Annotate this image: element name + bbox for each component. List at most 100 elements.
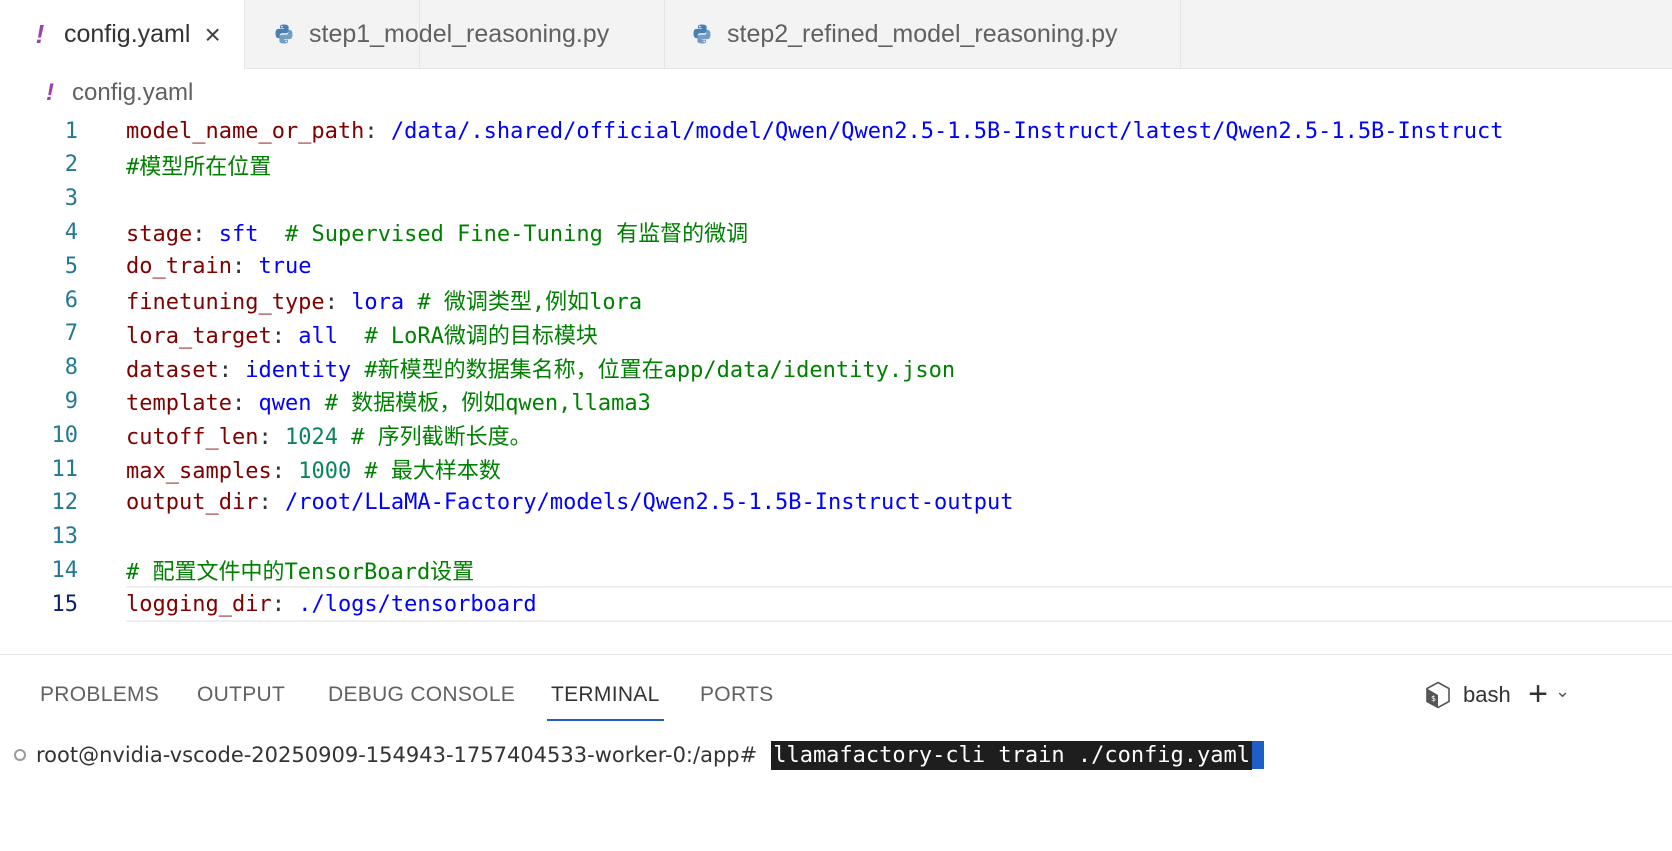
yaml-value: /root/LLaMA-Factory/models/Qwen2.5-1.5B-… [284,490,1014,516]
yaml-separator: : [324,290,352,315]
tab-ports[interactable]: PORTS [700,675,773,715]
code-line[interactable]: 12 output_dir: /root/LLaMA-Factory/models… [0,485,1672,521]
line-number: 3 [64,186,78,212]
yaml-value: all [298,323,338,349]
yaml-separator: : [231,253,259,279]
yaml-key: finetuning_type [126,290,325,315]
line-number: 15 [51,591,79,617]
shell-label: bash [1463,682,1511,707]
yaml-comment: # 数据模板，例如qwen,llama3 [311,391,651,417]
line-number: 14 [51,557,79,583]
code-line[interactable]: 6 finetuning_type: lora # 微调类型,例如lora [0,282,1672,318]
code-line[interactable]: 8 dataset: identity #新模型的数据集名称，位置在app/dat… [0,350,1672,386]
yaml-key: output_dir [126,490,259,516]
yaml-comment: # 微调类型,例如lora [404,290,643,315]
yaml-comment: #模型所在位置 [126,154,272,180]
line-number: 12 [51,490,79,516]
code-line[interactable]: 4 stage: sft # Supervised Fine-Tuning 有监督… [0,214,1672,250]
yaml-comment: #新模型的数据集名称，位置在app/data/identity.json [351,357,956,383]
yaml-key: model_name_or_path [126,118,365,144]
code-text: output_dir: /root/LLaMA-Factory/models/Q… [126,490,1013,515]
breadcrumb[interactable]: ! config.yaml [46,75,193,111]
tab-problems[interactable]: PROBLEMS [40,675,159,715]
new-terminal-plus-icon[interactable]: + [1524,677,1552,713]
yaml-number: 1024 [284,425,338,451]
code-text: do_train: true [126,254,311,279]
line-number: 4 [64,219,78,245]
yaml-value: ./logs/tensorboard [298,591,537,617]
command-status-circle-icon [14,749,26,761]
line-number: 10 [51,422,79,448]
line-number: 8 [64,355,78,381]
bottom-panel: PROBLEMS OUTPUT DEBUG CONSOLE TERMINAL P… [0,654,1672,851]
yaml-separator: : [258,490,285,516]
yaml-comment: # 最大样本数 [351,459,501,484]
yaml-key: lora_target [126,323,272,349]
yaml-separator: : [364,118,391,144]
yaml-separator: : [258,425,285,451]
yaml-separator: : [271,323,299,349]
yaml-value: true [258,253,312,279]
code-text: dataset: identity #新模型的数据集名称，位置在app/data… [126,352,955,384]
tab-output[interactable]: OUTPUT [197,675,285,715]
line-number: 7 [64,321,78,347]
terminal-prompt: root@nvidia-vscode-20250909-154943-17574… [36,743,758,767]
yaml-comment: # LoRA微调的目标模块 [337,323,598,349]
tab-label: step1_model_reasoning.py [309,19,610,48]
yaml-comment: # 序列截断长度。 [337,425,532,451]
line-number: 2 [64,152,78,178]
yaml-value: /data/.shared/official/model/Qwen/Qwen2.… [390,118,1504,144]
line-number: 9 [64,388,78,414]
tab-step1[interactable]: step1_model_reasoning.py [245,0,665,68]
code-line[interactable]: 10 cutoff_len: 1024 # 序列截断长度。 [0,417,1672,453]
code-line[interactable]: 11 max_samples: 1000 # 最大样本数 [0,451,1672,487]
terminal-command-line[interactable]: root@nvidia-vscode-20250909-154943-17574… [14,737,1265,773]
yaml-key: do_train [126,253,232,279]
code-line[interactable]: 14 # 配置文件中的TensorBoard设置 [0,552,1672,588]
code-text: # 配置文件中的TensorBoard设置 [126,554,474,586]
code-text: model_name_or_path: /data/.shared/offici… [126,119,1504,144]
code-text: #模型所在位置 [126,149,271,181]
code-line[interactable]: 3 [0,181,1672,217]
tab-step2[interactable]: step2_refined_model_reasoning.py [665,0,1181,68]
yaml-exclamation-icon: ! [46,79,54,106]
code-text: lora_target: all # LoRA微调的目标模块 [126,318,598,350]
code-editor[interactable]: 1 model_name_or_path: /data/.shared/offic… [0,114,1672,654]
code-line[interactable]: 9 template: qwen # 数据模板，例如qwen,llama3 [0,383,1672,419]
yaml-separator: : [192,222,219,248]
yaml-separator: : [271,459,299,484]
terminal-cursor [1252,741,1265,769]
yaml-key: stage [126,222,193,248]
code-line[interactable]: 5 do_train: true [0,248,1672,284]
code-line[interactable]: 15 logging_dir: ./logs/tensorboard [0,586,1672,623]
code-text: cutoff_len: 1024 # 序列截断长度。 [126,419,532,451]
code-line[interactable]: 2 #模型所在位置 [0,147,1672,183]
line-number: 5 [64,253,78,279]
yaml-value: lora [351,290,405,315]
yaml-key: logging_dir [126,591,272,617]
tab-terminal[interactable]: TERMINAL [547,675,664,721]
yaml-value: sft [218,222,259,248]
yaml-key: template [126,391,232,417]
line-number: 11 [51,456,79,482]
code-line[interactable]: 1 model_name_or_path: /data/.shared/offic… [0,113,1672,149]
breadcrumb-file-label: config.yaml [72,79,194,106]
yaml-key: cutoff_len [126,425,259,451]
svg-text:$: $ [1431,694,1436,703]
yaml-comment: # 配置文件中的TensorBoard设置 [126,560,475,586]
yaml-separator: : [231,391,259,417]
code-text: template: qwen # 数据模板，例如qwen,llama3 [126,385,651,417]
tab-label: step2_refined_model_reasoning.py [727,19,1118,48]
code-text: finetuning_type: lora # 微调类型,例如lora [126,284,642,316]
code-line[interactable]: 7 lora_target: all # LoRA微调的目标模块 [0,316,1672,352]
code-line[interactable]: 13 [0,519,1672,555]
yaml-comment: # Supervised Fine-Tuning 有监督的微调 [258,222,749,248]
yaml-separator: : [218,357,246,383]
yaml-number: 1000 [298,459,352,484]
yaml-separator: : [271,591,299,617]
line-number: 1 [64,118,78,144]
tab-debug-console[interactable]: DEBUG CONSOLE [328,675,515,715]
line-number: 13 [51,524,79,550]
terminal-shell-selector[interactable]: $ bash [1425,675,1511,715]
chevron-down-icon[interactable]: ⌄ [1555,681,1575,709]
